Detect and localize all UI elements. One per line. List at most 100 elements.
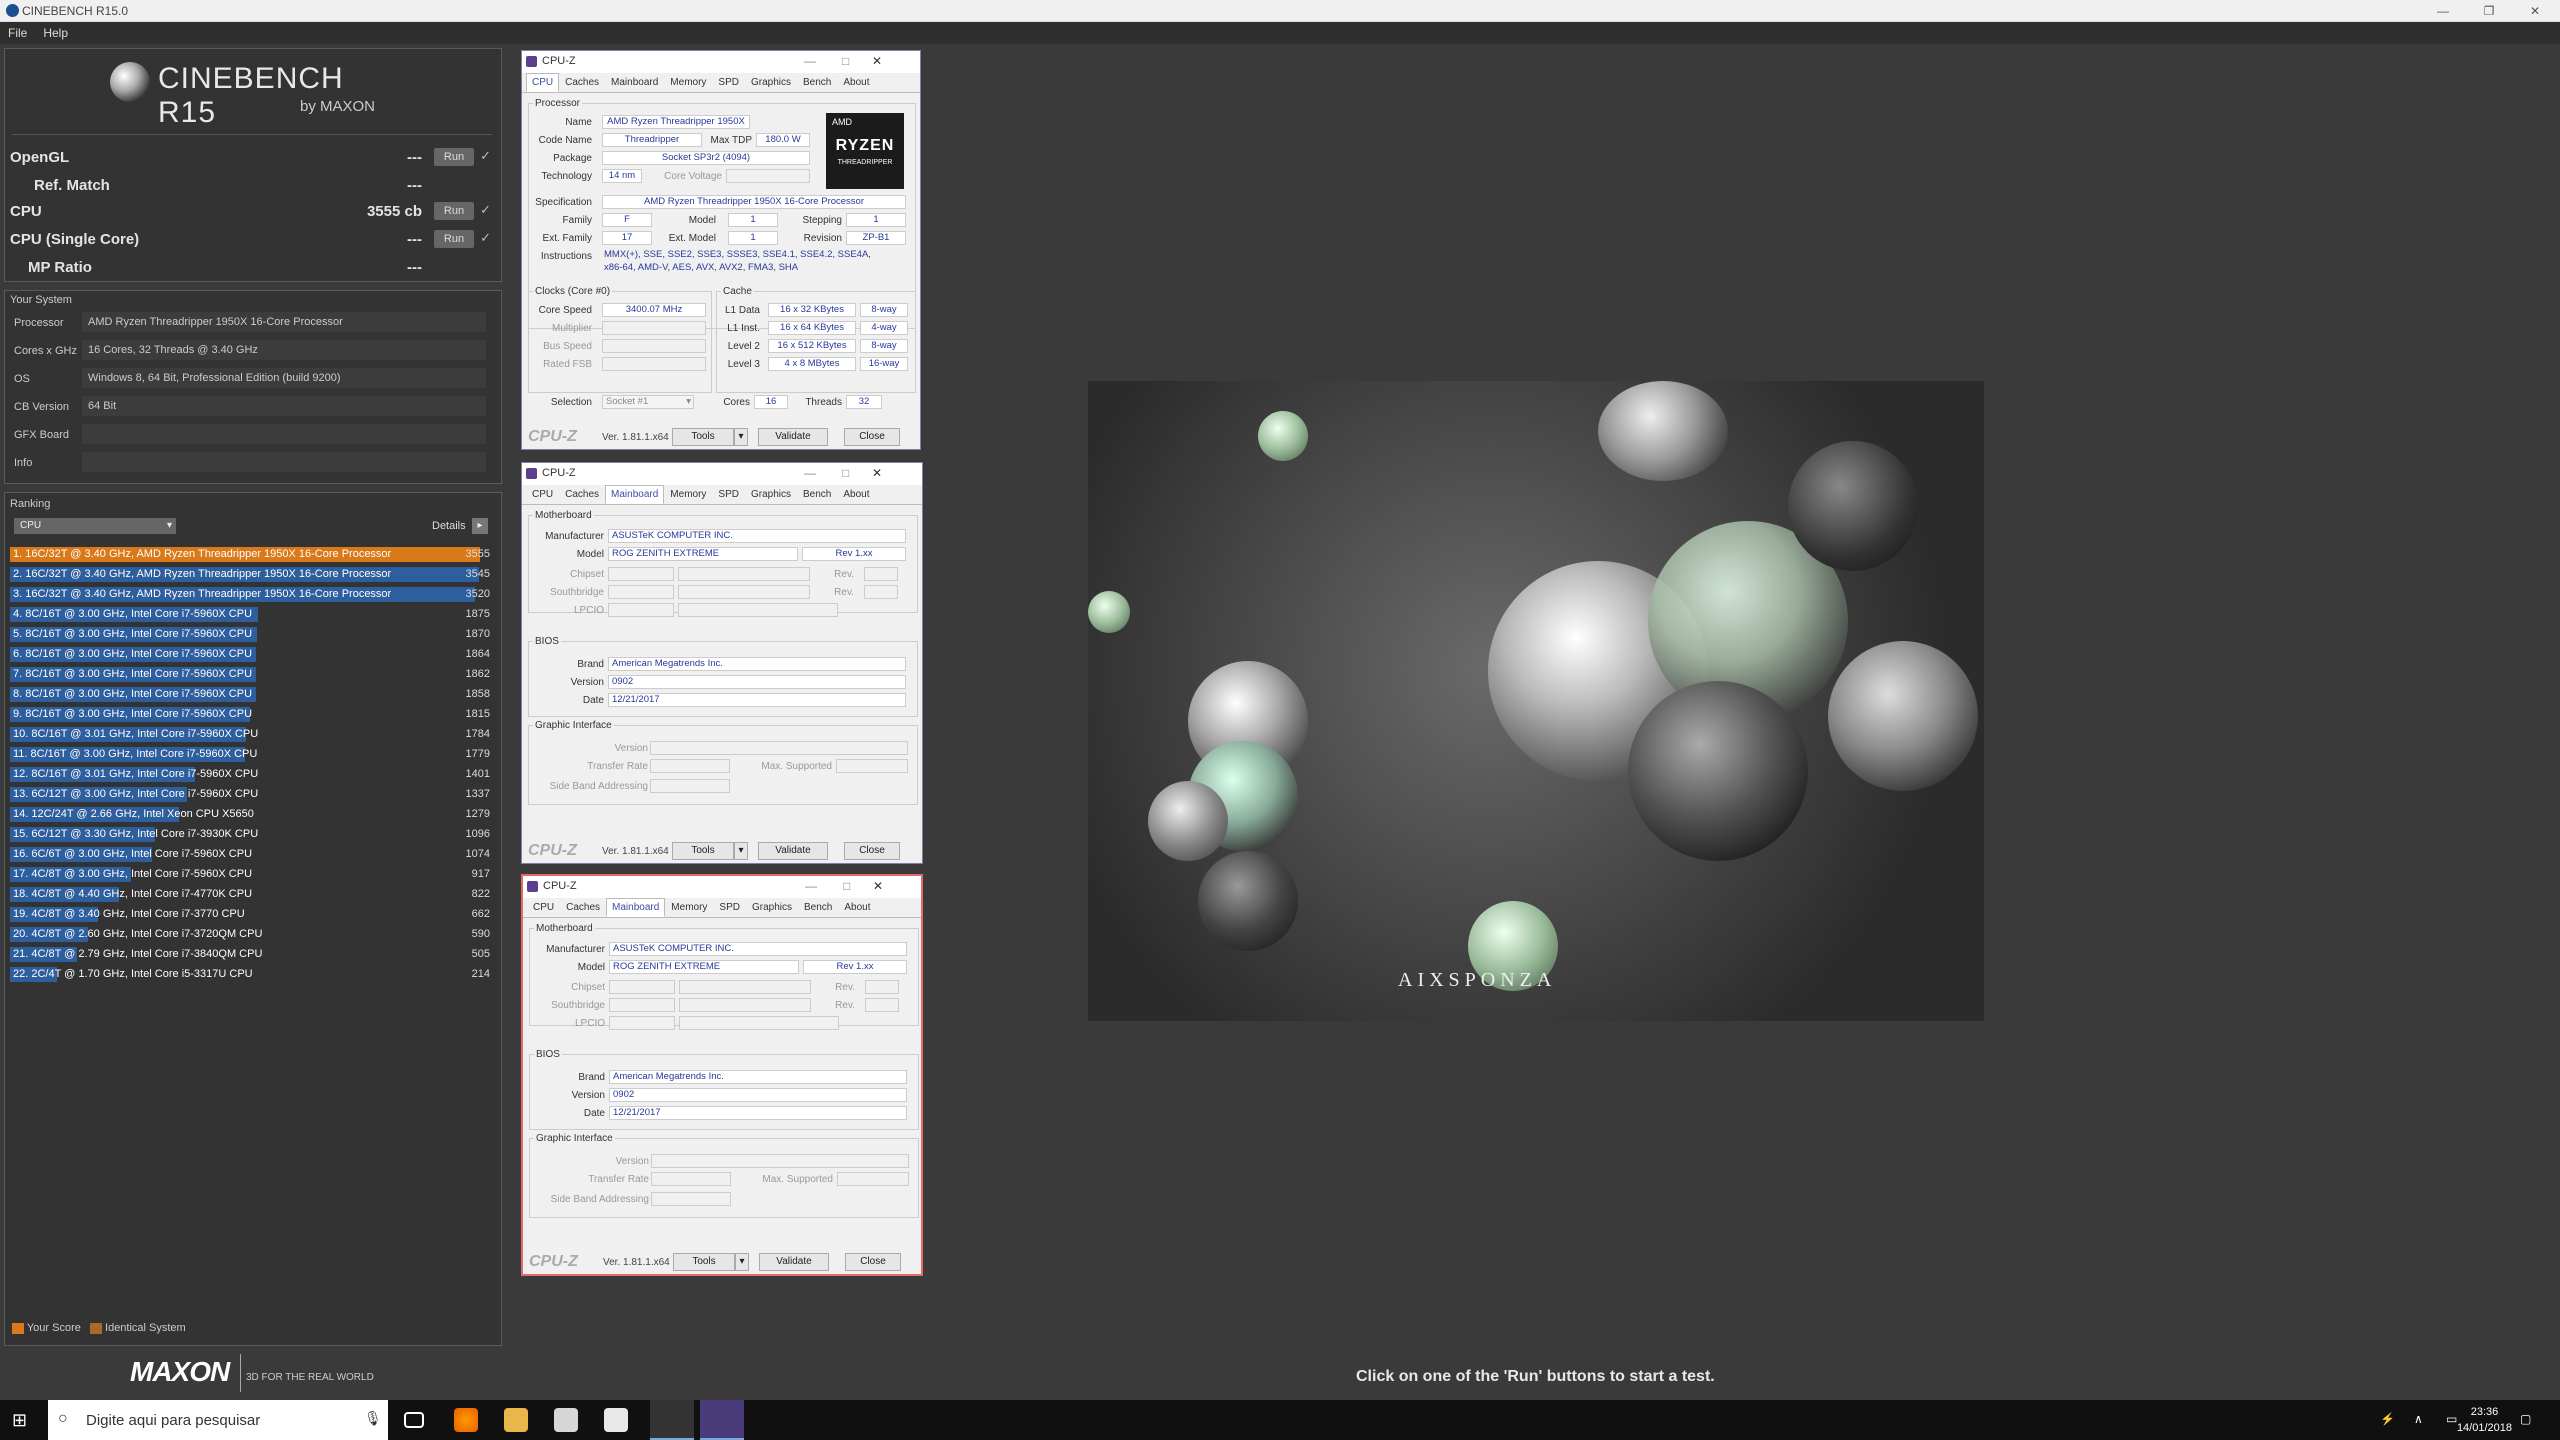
tab-spd[interactable]: SPD bbox=[713, 898, 746, 917]
ranking-row[interactable]: 3. 16C/32T @ 3.40 GHz, AMD Ryzen Threadr… bbox=[10, 586, 490, 603]
run-cpu-button[interactable]: Run bbox=[434, 202, 474, 220]
mail-icon[interactable] bbox=[604, 1408, 628, 1432]
close-icon[interactable]: ✕ bbox=[872, 466, 882, 480]
field-label: Bus Speed bbox=[543, 341, 592, 352]
ranking-row[interactable]: 20. 4C/8T @ 2.60 GHz, Intel Core i7-3720… bbox=[10, 926, 490, 943]
microphone-icon[interactable]: 🎙 bbox=[364, 1410, 382, 1427]
minimize-icon[interactable]: — bbox=[805, 879, 817, 893]
ranking-row[interactable]: 18. 4C/8T @ 4.40 GHz, Intel Core i7-4770… bbox=[10, 886, 490, 903]
ranking-row[interactable]: 7. 8C/16T @ 3.00 GHz, Intel Core i7-5960… bbox=[10, 666, 490, 683]
tab-caches[interactable]: Caches bbox=[559, 73, 605, 92]
ranking-row[interactable]: 5. 8C/16T @ 3.00 GHz, Intel Core i7-5960… bbox=[10, 626, 490, 643]
maximize-icon[interactable]: □ bbox=[842, 54, 849, 68]
ranking-row[interactable]: 13. 6C/12T @ 3.00 GHz, Intel Core i7-596… bbox=[10, 786, 490, 803]
tab-about[interactable]: About bbox=[837, 485, 875, 504]
minimize-button[interactable]: — bbox=[2420, 0, 2466, 22]
tab-bench[interactable]: Bench bbox=[798, 898, 838, 917]
tab-mainboard[interactable]: Mainboard bbox=[605, 485, 665, 504]
store-icon[interactable] bbox=[554, 1408, 578, 1432]
maximize-icon[interactable]: □ bbox=[843, 879, 850, 893]
field-label: Stepping bbox=[802, 215, 842, 226]
close-button[interactable]: ✕ bbox=[2512, 0, 2558, 22]
run-opengl-button[interactable]: Run bbox=[434, 148, 474, 166]
tab-mainboard[interactable]: Mainboard bbox=[605, 73, 664, 92]
minimize-icon[interactable]: — bbox=[804, 54, 816, 68]
close-icon[interactable]: ✕ bbox=[873, 879, 883, 893]
tab-cpu[interactable]: CPU bbox=[526, 485, 559, 504]
firefox-icon[interactable] bbox=[454, 1408, 478, 1432]
tab-memory[interactable]: Memory bbox=[665, 898, 713, 917]
file-explorer-icon[interactable] bbox=[504, 1408, 528, 1432]
run-cpu-single-button[interactable]: Run bbox=[434, 230, 474, 248]
tab-spd[interactable]: SPD bbox=[712, 73, 745, 92]
taskbar-clock[interactable]: 23:36 14/01/2018 bbox=[2457, 1404, 2512, 1436]
tab-spd[interactable]: SPD bbox=[712, 485, 745, 504]
maximize-icon[interactable]: □ bbox=[842, 466, 849, 480]
close-button[interactable]: Close bbox=[844, 842, 900, 860]
cinebench-taskbar-icon[interactable] bbox=[650, 1400, 694, 1440]
tab-bench[interactable]: Bench bbox=[797, 73, 837, 92]
ranking-row[interactable]: 2. 16C/32T @ 3.40 GHz, AMD Ryzen Threadr… bbox=[10, 566, 490, 583]
ranking-row[interactable]: 4. 8C/16T @ 3.00 GHz, Intel Core i7-5960… bbox=[10, 606, 490, 623]
ranking-row[interactable]: 10. 8C/16T @ 3.01 GHz, Intel Core i7-596… bbox=[10, 726, 490, 743]
menu-file[interactable]: File bbox=[8, 26, 27, 40]
ranking-row[interactable]: 21. 4C/8T @ 2.79 GHz, Intel Core i7-3840… bbox=[10, 946, 490, 963]
ranking-row[interactable]: 22. 2C/4T @ 1.70 GHz, Intel Core i5-3317… bbox=[10, 966, 490, 983]
maximize-button[interactable]: ❐ bbox=[2466, 0, 2512, 22]
tab-graphics[interactable]: Graphics bbox=[745, 73, 797, 92]
ranking-row[interactable]: 11. 8C/16T @ 3.00 GHz, Intel Core i7-596… bbox=[10, 746, 490, 763]
ranking-row[interactable]: 1. 16C/32T @ 3.40 GHz, AMD Ryzen Threadr… bbox=[10, 546, 490, 563]
validate-button[interactable]: Validate bbox=[759, 1253, 829, 1271]
ranking-row[interactable]: 16. 6C/6T @ 3.00 GHz, Intel Core i7-5960… bbox=[10, 846, 490, 863]
cpu-check-icon[interactable]: ✓ bbox=[480, 202, 491, 218]
tools-button[interactable]: Tools bbox=[673, 1253, 735, 1271]
tab-cpu[interactable]: CPU bbox=[527, 898, 560, 917]
tools-button[interactable]: Tools bbox=[672, 428, 734, 446]
ranking-row[interactable]: 19. 4C/8T @ 3.40 GHz, Intel Core i7-3770… bbox=[10, 906, 490, 923]
tab-graphics[interactable]: Graphics bbox=[745, 485, 797, 504]
ranking-text: 20. 4C/8T @ 2.60 GHz, Intel Core i7-3720… bbox=[13, 928, 263, 940]
tab-caches[interactable]: Caches bbox=[559, 485, 605, 504]
task-view-icon[interactable] bbox=[404, 1412, 424, 1428]
ranking-row[interactable]: 8. 8C/16T @ 3.00 GHz, Intel Core i7-5960… bbox=[10, 686, 490, 703]
tab-bench[interactable]: Bench bbox=[797, 485, 837, 504]
close-button[interactable]: Close bbox=[845, 1253, 901, 1271]
tools-dropdown-icon[interactable]: ▾ bbox=[735, 1253, 749, 1271]
close-button[interactable]: Close bbox=[844, 428, 900, 446]
system-key: Processor bbox=[14, 317, 64, 329]
opengl-check-icon[interactable]: ✓ bbox=[480, 148, 491, 164]
ranking-select[interactable]: CPU ▾ bbox=[14, 518, 176, 534]
close-icon[interactable]: ✕ bbox=[872, 54, 882, 68]
windows-start-icon[interactable]: ⊞ bbox=[12, 1410, 32, 1430]
tools-button[interactable]: Tools bbox=[672, 842, 734, 860]
socket-select[interactable]: Socket #1 ▾ bbox=[602, 395, 694, 409]
ranking-row[interactable]: 12. 8C/16T @ 3.01 GHz, Intel Core i7-596… bbox=[10, 766, 490, 783]
ranking-row[interactable]: 17. 4C/8T @ 3.00 GHz, Intel Core i7-5960… bbox=[10, 866, 490, 883]
ranking-row[interactable]: 15. 6C/12T @ 3.30 GHz, Intel Core i7-393… bbox=[10, 826, 490, 843]
cpuz-taskbar-icon[interactable] bbox=[700, 1400, 744, 1440]
taskbar-search[interactable]: ○ Digite aqui para pesquisar 🎙 bbox=[48, 1400, 388, 1440]
tab-mainboard[interactable]: Mainboard bbox=[606, 898, 666, 917]
tools-dropdown-icon[interactable]: ▾ bbox=[734, 842, 748, 860]
tab-graphics[interactable]: Graphics bbox=[746, 898, 798, 917]
tab-memory[interactable]: Memory bbox=[664, 485, 712, 504]
tab-about[interactable]: About bbox=[837, 73, 875, 92]
chevron-up-icon[interactable]: ∧ bbox=[2414, 1412, 2430, 1428]
validate-button[interactable]: Validate bbox=[758, 428, 828, 446]
tab-caches[interactable]: Caches bbox=[560, 898, 606, 917]
menu-help[interactable]: Help bbox=[43, 26, 68, 40]
validate-button[interactable]: Validate bbox=[758, 842, 828, 860]
tab-about[interactable]: About bbox=[838, 898, 876, 917]
tab-memory[interactable]: Memory bbox=[664, 73, 712, 92]
ranking-row[interactable]: 9. 8C/16T @ 3.00 GHz, Intel Core i7-5960… bbox=[10, 706, 490, 723]
tab-cpu[interactable]: CPU bbox=[526, 73, 560, 92]
cpu-single-check-icon[interactable]: ✓ bbox=[480, 230, 491, 246]
network-icon[interactable]: ⚡ bbox=[2380, 1412, 2396, 1428]
details-toggle-button[interactable]: ▸ bbox=[472, 518, 488, 534]
tools-dropdown-icon[interactable]: ▾ bbox=[734, 428, 748, 446]
instructions-line-2: x86-64, AMD-V, AES, AVX, AVX2, FMA3, SHA bbox=[604, 262, 799, 273]
minimize-icon[interactable]: — bbox=[804, 466, 816, 480]
notifications-icon[interactable]: ▢ bbox=[2520, 1412, 2536, 1428]
ranking-row[interactable]: 14. 12C/24T @ 2.66 GHz, Intel Xeon CPU X… bbox=[10, 806, 490, 823]
ranking-row[interactable]: 6. 8C/16T @ 3.00 GHz, Intel Core i7-5960… bbox=[10, 646, 490, 663]
